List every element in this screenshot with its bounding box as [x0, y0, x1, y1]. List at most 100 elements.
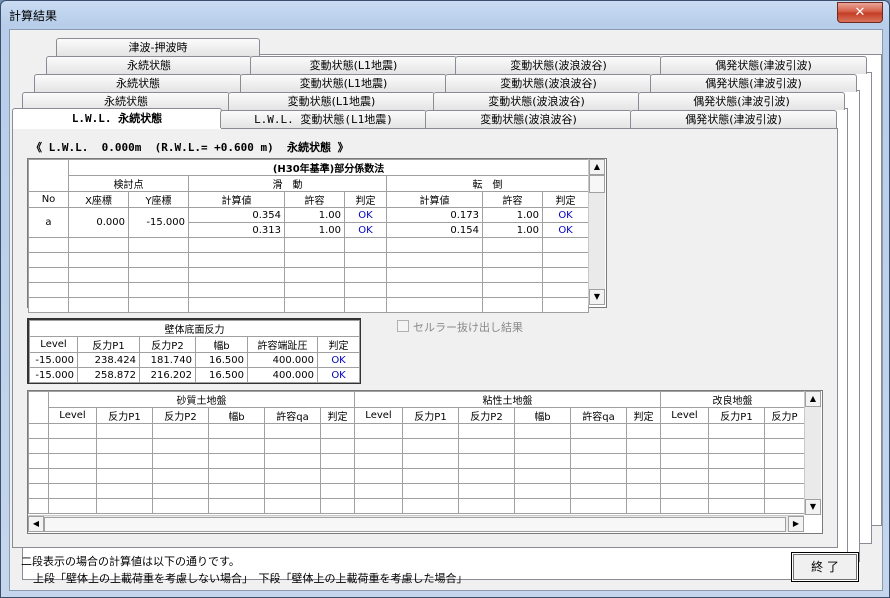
ot-allow: 1.00 — [482, 207, 543, 223]
reaction-p1: 238.424 — [77, 352, 140, 368]
method-title: (H30年基準)部分係数法 — [67, 159, 590, 176]
row-y: -15.000 — [128, 207, 189, 238]
group-sliding: 滑 動 — [188, 175, 387, 192]
tab-r4-wave-trough[interactable]: 変動状態(波浪波谷) — [433, 92, 640, 110]
sand-col-width: 幅b — [208, 407, 265, 424]
close-button[interactable]: ✕ — [837, 2, 883, 23]
reaction-width: 16.500 — [195, 367, 248, 383]
group-check-point: 検討点 — [68, 175, 189, 192]
tab-lwl-l1-quake[interactable]: L.W.L. 変動状態(L1地震) — [220, 110, 427, 128]
clay-col-p2: 反力P2 — [458, 407, 515, 424]
reaction-width: 16.500 — [195, 352, 248, 368]
table-row[interactable]: a 0.000 -15.000 0.354 1.00 OK 0.173 1.00… — [28, 207, 590, 238]
tab-r3-permanent[interactable]: 永続状態 — [34, 74, 242, 92]
table-row[interactable]: -15.000 238.424 181.740 16.500 400.000 O… — [29, 352, 361, 368]
note-line-1: 二段表示の場合の計算値は以下の通りです。 — [21, 555, 240, 568]
tab-r3-wave-trough[interactable]: 変動状態(波浪波谷) — [445, 74, 652, 92]
reaction-level: -15.000 — [29, 352, 78, 368]
empty-row — [28, 282, 590, 298]
tab-r3-tsunami-pull[interactable]: 偶発状態(津波引波) — [650, 74, 857, 92]
end-button[interactable]: 終 了 — [791, 552, 859, 582]
tab-r3-l1-quake[interactable]: 変動状態(L1地震) — [240, 74, 447, 92]
col-ot-calc: 計算値 — [386, 191, 483, 208]
col-no: No — [28, 191, 69, 208]
tab-tsunami-push[interactable]: 津波-押波時 — [56, 38, 260, 56]
corner-cell — [28, 391, 49, 424]
tab-r2-wave-trough[interactable]: 変動状態(波浪波谷) — [455, 56, 662, 74]
ground-grid[interactable]: 砂質土地盤 粘性土地盤 改良地盤 Level 反力P1 反力P2 幅b 許容qa… — [27, 390, 823, 534]
tab-front-wave-trough[interactable]: 変動状態(波浪波谷) — [425, 110, 632, 128]
empty-row — [28, 498, 806, 514]
table-row[interactable]: -15.000 258.872 216.202 16.500 400.000 O… — [29, 367, 361, 383]
reaction-p2: 181.740 — [139, 352, 196, 368]
reaction-col-level: Level — [29, 336, 78, 353]
col-slide-allow: 許容 — [284, 191, 345, 208]
reaction-p2: 216.202 — [139, 367, 196, 383]
cellular-pullout-checkbox[interactable]: セルラー抜け出し結果 — [397, 319, 523, 335]
reaction-level: -15.000 — [29, 367, 78, 383]
result-window: 計算結果 ✕ 津波-押波時 永続状態 変動状態(L1地震) 変動状態(波浪波谷)… — [0, 0, 890, 598]
reaction-p1: 258.872 — [77, 367, 140, 383]
ground-vscroll[interactable]: ▲ ▼ — [804, 391, 821, 515]
reaction-allow: 400.000 — [247, 352, 318, 368]
tab-r4-l1-quake[interactable]: 変動状態(L1地震) — [228, 92, 435, 110]
clay-col-width: 幅b — [514, 407, 571, 424]
row-no: a — [28, 207, 69, 238]
improved-col-level: Level — [660, 407, 709, 424]
scroll-right-button[interactable]: ▶ — [788, 516, 804, 532]
reaction-col-width: 幅b — [195, 336, 248, 353]
tab-r2-l1-quake[interactable]: 変動状態(L1地震) — [250, 56, 457, 74]
result-vscroll[interactable]: ▲ ▼ — [588, 159, 605, 305]
slide-judge: OK — [344, 207, 387, 223]
empty-row — [28, 252, 590, 268]
scroll-thumb[interactable] — [589, 175, 605, 193]
scroll-up-button[interactable]: ▲ — [589, 159, 605, 175]
empty-row — [28, 483, 806, 499]
ot-allow: 1.00 — [482, 222, 543, 238]
hscroll-thumb[interactable] — [44, 517, 786, 532]
title-bar: 計算結果 ✕ — [1, 1, 889, 29]
reaction-col-allow: 許容端趾圧 — [247, 336, 318, 353]
result-table: (H30年基準)部分係数法 検討点 滑 動 転 倒 No X座標 Y座標 計算値… — [28, 159, 590, 313]
improved-col-p: 反力P — [763, 407, 806, 424]
checkbox-box[interactable] — [397, 320, 409, 332]
scroll-down-button[interactable]: ▼ — [805, 499, 821, 515]
note-line-2: 上段「壁体上の上載荷重を考慮しない場合」 下段「壁体上の上載荷重を考慮した場合」 — [33, 572, 468, 585]
col-x: X座標 — [68, 191, 129, 208]
col-slide-judge: 判定 — [344, 191, 387, 208]
tab-front-tsunami-pull[interactable]: 偶発状態(津波引波) — [630, 110, 837, 128]
reaction-col-p2: 反力P2 — [139, 336, 196, 353]
ground-hscroll[interactable]: ◀ ▶ — [28, 515, 804, 532]
tab-r2-tsunami-pull[interactable]: 偶発状態(津波引波) — [660, 56, 867, 74]
empty-row — [28, 468, 806, 484]
slide-calc: 0.313 — [188, 222, 285, 238]
empty-row — [28, 267, 590, 283]
scroll-up-button[interactable]: ▲ — [805, 391, 821, 407]
ot-calc: 0.154 — [386, 222, 483, 238]
tab-r4-tsunami-pull[interactable]: 偶発状態(津波引波) — [638, 92, 845, 110]
slide-calc: 0.354 — [188, 207, 285, 223]
reaction-title: 壁体底面反力 — [28, 320, 361, 337]
group-sandy: 砂質土地盤 — [48, 391, 355, 408]
sand-col-p1: 反力P1 — [96, 407, 153, 424]
sand-col-allow: 許容qa — [264, 407, 321, 424]
col-slide-calc: 計算値 — [188, 191, 285, 208]
corner-cell — [28, 159, 69, 192]
empty-row — [28, 237, 590, 253]
slide-allow: 1.00 — [284, 222, 345, 238]
group-overturning: 転 倒 — [385, 175, 590, 192]
ground-table: 砂質土地盤 粘性土地盤 改良地盤 Level 反力P1 反力P2 幅b 許容qa… — [28, 391, 806, 514]
scroll-left-button[interactable]: ◀ — [28, 516, 44, 532]
clay-col-allow: 許容qa — [570, 407, 627, 424]
result-grid[interactable]: (H30年基準)部分係数法 検討点 滑 動 転 倒 No X座標 Y座標 計算値… — [27, 158, 607, 313]
empty-row — [28, 453, 806, 469]
reaction-judge: OK — [316, 367, 361, 383]
tab-lwl-permanent[interactable]: L.W.L. 永続状態 — [12, 108, 222, 129]
reaction-grid[interactable]: 壁体底面反力 Level 反力P1 反力P2 幅b 許容端趾圧 判定 -15.0… — [27, 318, 361, 384]
clay-col-p1: 反力P1 — [402, 407, 459, 424]
empty-row — [28, 297, 590, 313]
slide-allow: 1.00 — [284, 207, 345, 223]
tab-r2-permanent[interactable]: 永続状態 — [46, 56, 252, 74]
scroll-down-button[interactable]: ▼ — [589, 289, 605, 305]
slide-judge: OK — [344, 222, 387, 238]
